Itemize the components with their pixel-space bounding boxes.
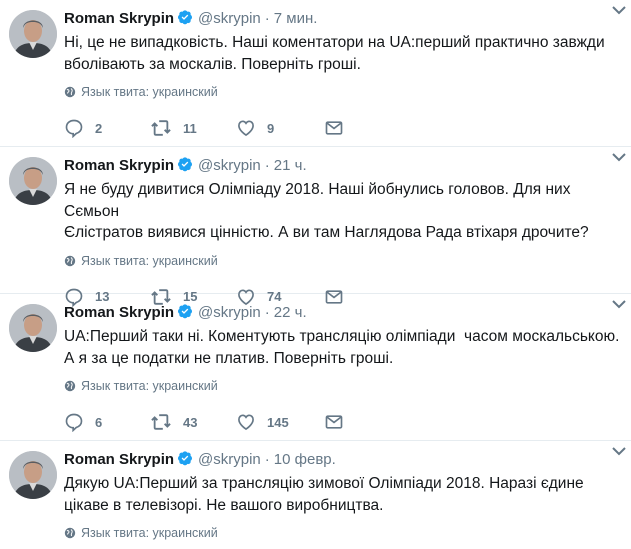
- direct-message-button[interactable]: [324, 412, 410, 432]
- tweet-language: Язык твита: украинский: [64, 84, 623, 100]
- tweet[interactable]: Roman Skrypin @skrypin · 21 ч. Я не буду ди…: [0, 147, 631, 307]
- author-handle[interactable]: @skrypin: [198, 157, 261, 174]
- like-count: 9: [267, 120, 275, 136]
- reply-icon: [65, 119, 83, 138]
- author-name[interactable]: Roman Skrypin: [64, 157, 174, 174]
- chevron-down-icon[interactable]: [611, 445, 627, 457]
- tweet-language-label: Язык твита: украинский: [81, 379, 218, 393]
- tweet-language-label: Язык твита: украинский: [81, 253, 218, 268]
- tweet-language-label: Язык твита: украинский: [81, 85, 218, 99]
- tweet-timestamp[interactable]: 21 ч.: [274, 157, 307, 174]
- tweet-text: UA:Перший таки ні. Коментують трансляцію…: [64, 328, 620, 367]
- separator-dot: ·: [264, 451, 270, 468]
- tweet-timestamp[interactable]: 7 мин.: [274, 10, 318, 27]
- retweet-count: 43: [183, 414, 198, 430]
- reply-button[interactable]: 2: [64, 118, 150, 138]
- globe-icon: [64, 86, 76, 98]
- globe-icon: [64, 380, 76, 392]
- chevron-down-icon[interactable]: [611, 298, 627, 310]
- tweet-actions: 6 43 145: [64, 410, 623, 434]
- tweet-text: Дякую UA:Перший за трансляцію зимової Ол…: [64, 475, 584, 514]
- author-name[interactable]: Roman Skrypin: [64, 304, 174, 321]
- verified-badge-icon: [178, 10, 193, 25]
- author-handle[interactable]: @skrypin: [198, 10, 261, 27]
- retweet-button[interactable]: 43: [150, 412, 236, 432]
- tweet-text: Ні, це не випадковість. Наші коментатори…: [64, 34, 605, 73]
- tweet-language-label: Язык твита: украинский: [81, 526, 218, 540]
- avatar[interactable]: [9, 10, 57, 58]
- tweet-feed: Roman Skrypin @skrypin · 7 мин. Ні, це не в…: [0, 0, 631, 549]
- reply-icon: [65, 413, 83, 432]
- like-button[interactable]: 145: [236, 412, 324, 432]
- tweet-actions: 2 11 9: [64, 116, 623, 140]
- chevron-down-icon[interactable]: [611, 4, 627, 16]
- verified-badge-icon: [178, 451, 193, 466]
- globe-icon: [64, 255, 76, 266]
- separator-dot: ·: [264, 10, 270, 27]
- tweet-timestamp[interactable]: 10 февр.: [274, 451, 336, 468]
- like-icon: [238, 120, 254, 137]
- tweet[interactable]: Roman Skrypin @skrypin · 7 мин. Ні, це не в…: [0, 0, 631, 147]
- avatar[interactable]: [9, 157, 57, 205]
- direct-message-icon: [325, 415, 343, 429]
- tweet-language: Язык твита: украинский: [64, 253, 623, 269]
- tweet-language: Язык твита: украинский: [64, 378, 623, 394]
- author-name[interactable]: Roman Skrypin: [64, 451, 174, 468]
- verified-badge-icon: [178, 304, 193, 319]
- reply-count: 6: [95, 414, 103, 430]
- retweet-button[interactable]: 11: [150, 118, 236, 138]
- tweet[interactable]: Roman Skrypin @skrypin · 10 февр. Дякую UA:…: [0, 441, 631, 549]
- reply-count: 2: [95, 120, 103, 136]
- tweet-timestamp[interactable]: 22 ч.: [274, 304, 307, 321]
- verified-badge-icon: [178, 157, 193, 172]
- tweet-text: Я не буду дивитися Олімпіаду 2018. Наші …: [64, 181, 589, 241]
- retweet-count: 11: [183, 120, 197, 136]
- avatar[interactable]: [9, 304, 57, 352]
- reply-button[interactable]: 6: [64, 412, 150, 432]
- direct-message-icon: [325, 121, 343, 135]
- like-icon: [238, 414, 254, 431]
- separator-dot: ·: [264, 157, 270, 174]
- avatar[interactable]: [9, 451, 57, 499]
- retweet-icon: [151, 414, 171, 430]
- tweet[interactable]: Roman Skrypin @skrypin · 22 ч. UA:Перший та…: [0, 294, 631, 441]
- author-name[interactable]: Roman Skrypin: [64, 10, 174, 27]
- retweet-icon: [151, 120, 171, 136]
- like-button[interactable]: 9: [236, 118, 324, 138]
- tweet-language: Язык твита: украинский: [64, 525, 623, 541]
- globe-icon: [64, 527, 76, 539]
- author-handle[interactable]: @skrypin: [198, 451, 261, 468]
- chevron-down-icon[interactable]: [611, 151, 627, 163]
- like-count: 145: [267, 414, 289, 430]
- separator-dot: ·: [264, 304, 270, 321]
- author-handle[interactable]: @skrypin: [198, 304, 261, 321]
- direct-message-button[interactable]: [324, 118, 410, 138]
